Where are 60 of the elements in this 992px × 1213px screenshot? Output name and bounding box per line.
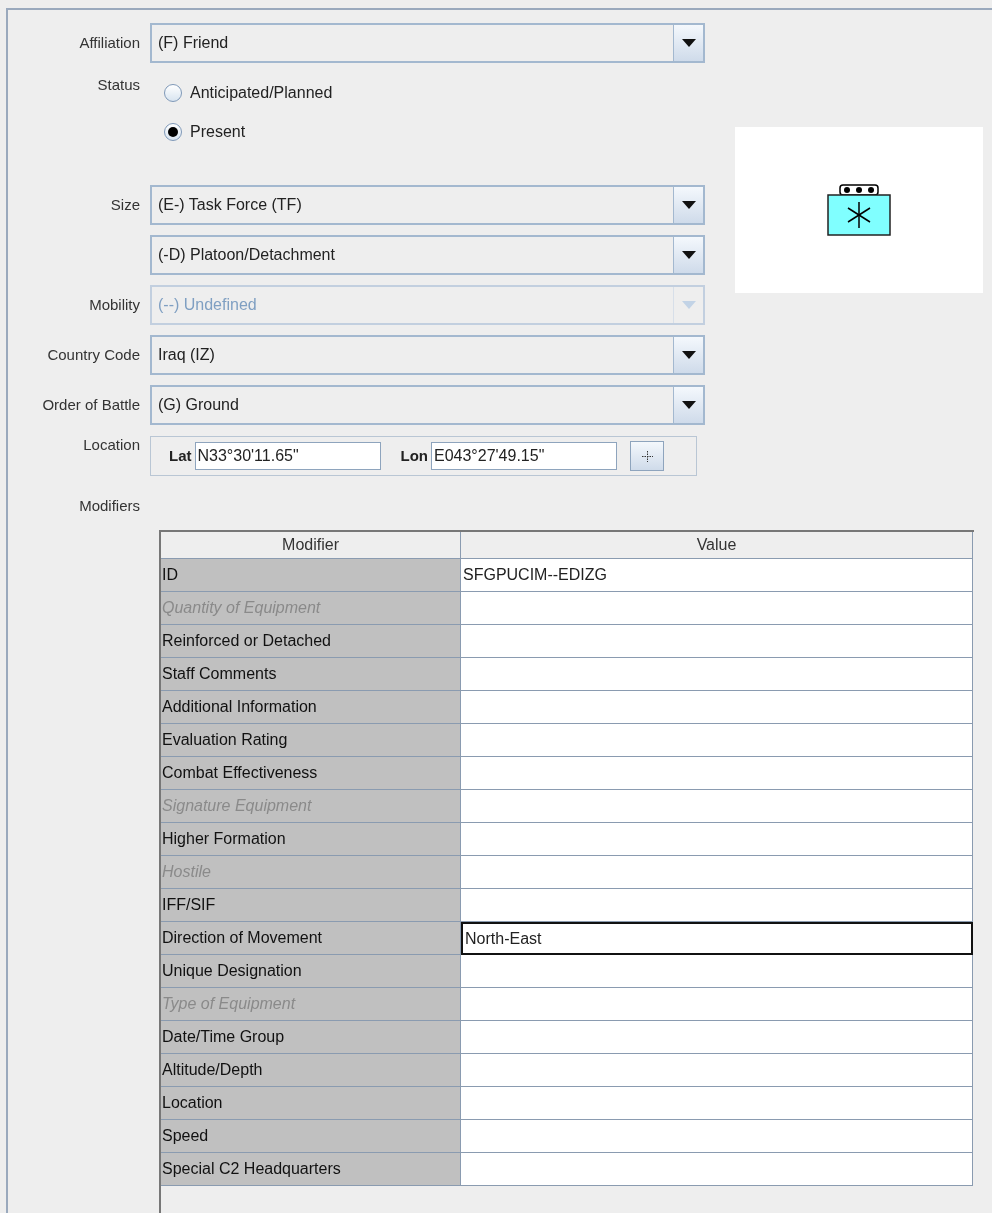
table-cell[interactable] [461, 1120, 973, 1153]
coordinate-field[interactable]: N33°30'11.65" [194, 442, 381, 470]
table-cell: Reinforced or Detached [161, 625, 461, 658]
table-cell: ID [161, 559, 461, 592]
table-cell[interactable] [461, 625, 973, 658]
dropdown[interactable]: Iraq (IZ) [150, 335, 705, 375]
table-cell: Additional Information [161, 691, 461, 724]
table-cell: Unique Designation [161, 955, 461, 988]
table-cell[interactable] [461, 889, 973, 922]
table-cell[interactable] [461, 1087, 973, 1120]
table-cell[interactable] [461, 955, 973, 988]
coordinate-label: Lat [169, 445, 192, 466]
caret-icon [681, 251, 696, 259]
table-cell[interactable] [461, 658, 973, 691]
field-label: Affiliation [79, 33, 140, 51]
crosshair-button[interactable] [630, 441, 664, 471]
table-cell[interactable]: North-East [461, 922, 973, 955]
table-cell[interactable] [461, 691, 973, 724]
caret-icon [681, 401, 696, 409]
caret-icon [681, 39, 696, 47]
column-header[interactable]: Modifier [161, 532, 461, 559]
table-cell: IFF/SIF [161, 889, 461, 922]
table-cell[interactable] [461, 1153, 973, 1186]
radio-option[interactable]: Anticipated/Planned [164, 80, 333, 105]
field-label: Modifiers [79, 496, 140, 514]
crosshair-icon [641, 450, 653, 462]
caret-icon [681, 351, 696, 359]
radio-option[interactable]: Present [164, 119, 333, 144]
coordinate-field[interactable]: E043°27'49.15" [431, 442, 617, 470]
field-label: Order of Battle [42, 395, 140, 413]
table-cell: Evaluation Rating [161, 724, 461, 757]
table-cell: Direction of Movement [161, 922, 461, 955]
table-cell: Combat Effectiveness [161, 757, 461, 790]
dropdown[interactable]: (E-) Task Force (TF) [150, 185, 705, 225]
table-cell[interactable] [461, 1021, 973, 1054]
table-cell[interactable] [461, 823, 973, 856]
table-cell: Altitude/Depth [161, 1054, 461, 1087]
table-cell[interactable] [461, 1054, 973, 1087]
caret-icon [681, 301, 696, 309]
field-label: Status [97, 76, 140, 93]
table-cell[interactable]: SFGPUCIM--EDIZG [461, 559, 973, 592]
column-header[interactable]: Value [461, 532, 973, 559]
field-label: Size [110, 195, 140, 213]
table-cell[interactable] [461, 757, 973, 790]
unit-symbol-icon [827, 184, 891, 236]
table-cell[interactable] [461, 724, 973, 757]
dropdown[interactable]: (F) Friend [150, 23, 705, 63]
table-cell: Higher Formation [161, 823, 461, 856]
table-cell: Date/Time Group [161, 1021, 461, 1054]
table-cell: Location [161, 1087, 461, 1120]
table-cell: Staff Comments [161, 658, 461, 691]
table-cell: Special C2 Headquarters [161, 1153, 461, 1186]
field-label: Location [83, 436, 140, 453]
table-cell: Speed [161, 1120, 461, 1153]
field-label: Mobility [89, 295, 140, 313]
caret-icon [681, 201, 696, 209]
field-label: Country Code [47, 345, 140, 363]
coordinate-label: Lon [400, 445, 428, 466]
dropdown[interactable]: (-D) Platoon/Detachment [150, 235, 705, 275]
dropdown[interactable]: (G) Ground [150, 385, 705, 425]
